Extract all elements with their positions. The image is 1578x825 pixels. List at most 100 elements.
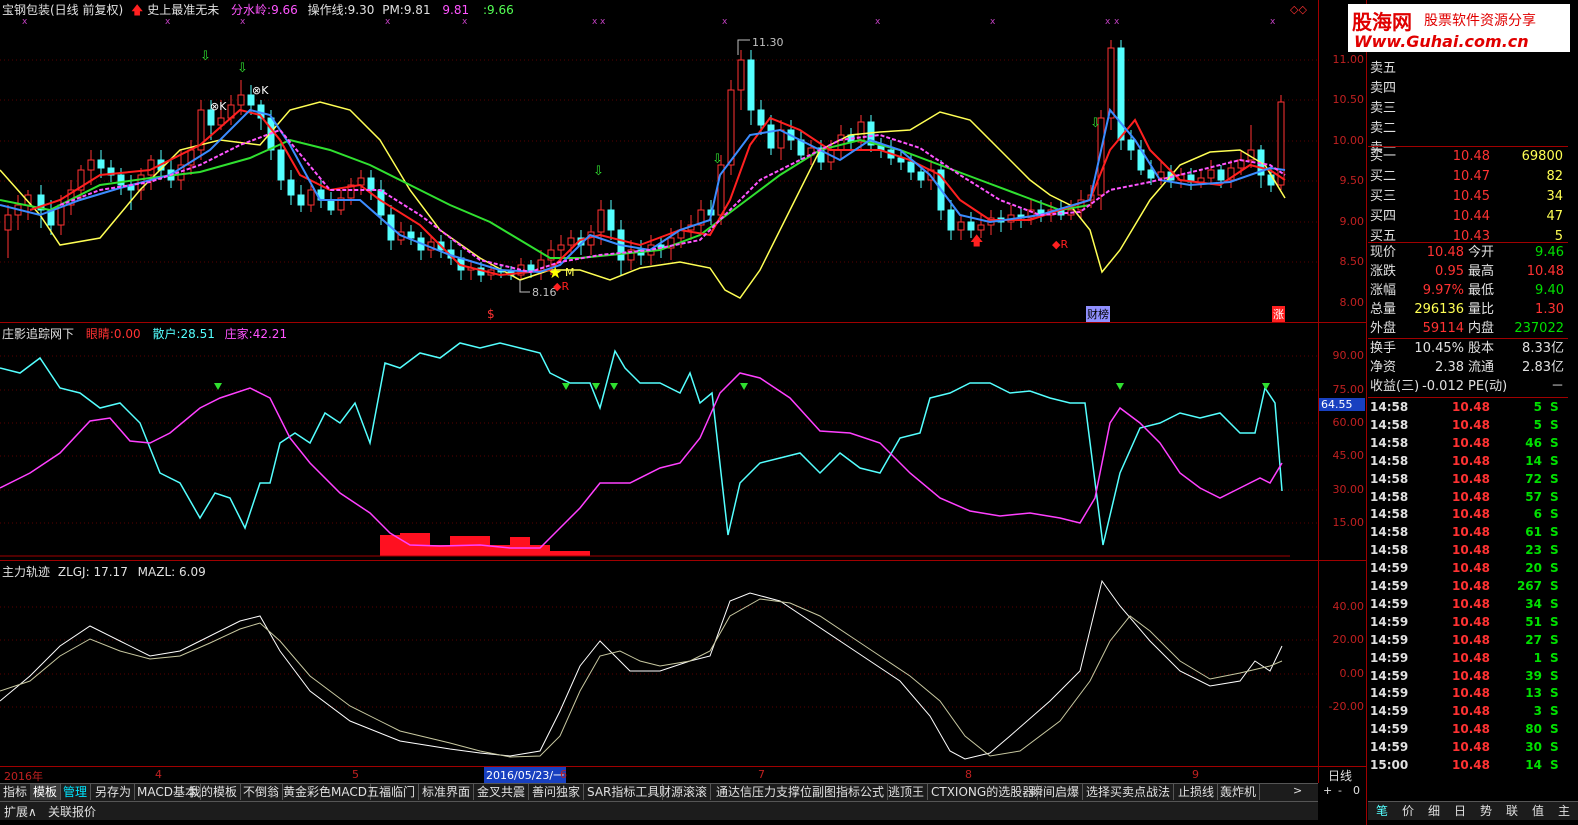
- tab-11[interactable]: 善问独家: [529, 784, 585, 800]
- candle-body[interactable]: [777, 129, 785, 149]
- next-button[interactable]: >: [1293, 784, 1302, 797]
- buy-row[interactable]: 买三 10.45 34: [1368, 188, 1568, 206]
- sell-row[interactable]: 卖三: [1368, 100, 1568, 118]
- buy-row[interactable]: 买一 10.48 69800: [1368, 148, 1568, 166]
- candle-body[interactable]: [297, 194, 305, 206]
- tick-row[interactable]: 14:58 10.48 57 S: [1368, 488, 1568, 506]
- zhang-marker[interactable]: 涨: [1272, 306, 1285, 322]
- candle-body[interactable]: [4, 214, 12, 231]
- tick-row[interactable]: 14:59 10.48 267 S: [1368, 577, 1568, 595]
- candle-body[interactable]: [907, 161, 915, 173]
- candle-body[interactable]: [977, 224, 985, 231]
- right-tab-2[interactable]: 细: [1428, 802, 1440, 820]
- candle-body[interactable]: [757, 109, 765, 126]
- tick-row[interactable]: 14:58 10.48 5 S: [1368, 398, 1568, 416]
- tab-20[interactable]: 轰炸机: [1217, 784, 1261, 800]
- time-cursor-label[interactable]: 2016/05/23/一: [484, 767, 567, 783]
- candle-body[interactable]: [327, 199, 335, 211]
- tick-row[interactable]: 14:59 10.48 39 S: [1368, 667, 1568, 685]
- tick-row[interactable]: 14:58 10.48 14 S: [1368, 452, 1568, 470]
- buy-row[interactable]: 买二 10.47 82: [1368, 168, 1568, 186]
- sell-row[interactable]: 卖四: [1368, 80, 1568, 98]
- main-kline-chart[interactable]: 11.30 8.16 ⇩ ⇩ ⇩ ⇩ ⇩ ⊗K ⊗K ★ M ◆R ◆R 🡅 x…: [0, 0, 1318, 322]
- minus-button[interactable]: -: [1338, 784, 1342, 797]
- tick-row[interactable]: 14:58 10.48 46 S: [1368, 434, 1568, 452]
- tab-1[interactable]: 模板: [30, 784, 62, 800]
- expand-button[interactable]: 扩展∧: [4, 803, 37, 820]
- candle-body[interactable]: [277, 149, 285, 181]
- candle-body[interactable]: [1217, 169, 1225, 181]
- right-tab-0[interactable]: 笔: [1376, 802, 1388, 820]
- tab-7[interactable]: 黄金彩色MACD: [280, 784, 371, 800]
- candle-body[interactable]: [1127, 139, 1135, 151]
- tab-15[interactable]: 逃顶王: [885, 784, 929, 800]
- finance-marker[interactable]: 财榜: [1086, 306, 1110, 322]
- candle-body[interactable]: [287, 179, 295, 196]
- related-quote-button[interactable]: 关联报价: [48, 803, 96, 820]
- buy-row[interactable]: 买四 10.44 47: [1368, 208, 1568, 226]
- sell-row[interactable]: 卖五: [1368, 60, 1568, 78]
- candle-body[interactable]: [727, 89, 735, 166]
- candle-body[interactable]: [1107, 47, 1115, 119]
- right-tab-3[interactable]: 日: [1454, 802, 1466, 820]
- candle-body[interactable]: [947, 209, 955, 231]
- tab-12[interactable]: SAR指标工具: [584, 784, 664, 800]
- tick-row[interactable]: 14:58 10.48 5 S: [1368, 416, 1568, 434]
- tick-row[interactable]: 14:59 10.48 20 S: [1368, 559, 1568, 577]
- candle-body[interactable]: [557, 244, 565, 251]
- candle-body[interactable]: [1147, 169, 1155, 179]
- candle-body[interactable]: [97, 159, 105, 169]
- candle-body[interactable]: [957, 221, 965, 231]
- candle-body[interactable]: [1207, 169, 1215, 179]
- tab-3[interactable]: 另存为: [92, 784, 136, 800]
- candle-body[interactable]: [1267, 174, 1275, 186]
- candle-body[interactable]: [357, 177, 365, 186]
- tab-13[interactable]: 财源滚滚: [656, 784, 712, 800]
- period-label[interactable]: 日线: [1328, 767, 1352, 784]
- tab-8[interactable]: 五福临门: [364, 784, 420, 800]
- tick-row[interactable]: 14:59 10.48 3 S: [1368, 702, 1568, 720]
- tab-19[interactable]: 止损线: [1175, 784, 1219, 800]
- sell-row[interactable]: 卖二: [1368, 120, 1568, 138]
- candle-body[interactable]: [597, 209, 605, 233]
- tick-row[interactable]: 14:59 10.48 51 S: [1368, 613, 1568, 631]
- tick-row[interactable]: 14:58 10.48 61 S: [1368, 523, 1568, 541]
- right-tab-5[interactable]: 联: [1506, 802, 1518, 820]
- right-tab-4[interactable]: 势: [1480, 802, 1492, 820]
- tab-5[interactable]: 我的模板: [186, 784, 242, 800]
- tick-row[interactable]: 14:59 10.48 30 S: [1368, 738, 1568, 756]
- tick-row[interactable]: 14:59 10.48 27 S: [1368, 631, 1568, 649]
- tab-17[interactable]: 瞬间启爆: [1028, 784, 1084, 800]
- tick-row[interactable]: 14:58 10.48 6 S: [1368, 505, 1568, 523]
- tick-row[interactable]: 14:59 10.48 1 S: [1368, 649, 1568, 667]
- tab-18[interactable]: 选择买卖点战法: [1083, 784, 1175, 800]
- tick-row[interactable]: 15:00 10.48 14 S: [1368, 756, 1568, 774]
- tab-6[interactable]: 不倒翁: [240, 784, 284, 800]
- tick-row[interactable]: 14:59 10.48 13 S: [1368, 684, 1568, 702]
- candle-body[interactable]: [767, 124, 775, 149]
- panel2-chart[interactable]: [0, 323, 1318, 560]
- right-tab-7[interactable]: 主: [1558, 802, 1570, 820]
- candle-body[interactable]: [367, 177, 375, 191]
- candle-body[interactable]: [237, 94, 245, 106]
- tab-14[interactable]: 通达信压力支撑位副图指标公式: [713, 784, 889, 800]
- candle-body[interactable]: [117, 174, 125, 186]
- plus-button[interactable]: +: [1323, 784, 1332, 797]
- tab-2[interactable]: 管理: [60, 784, 92, 800]
- candle-body[interactable]: [87, 159, 95, 171]
- tick-row[interactable]: 14:59 10.48 34 S: [1368, 595, 1568, 613]
- candle-body[interactable]: [737, 59, 745, 91]
- right-tab-1[interactable]: 价: [1402, 802, 1414, 820]
- tab-0[interactable]: 指标: [0, 784, 32, 800]
- right-tab-6[interactable]: 值: [1532, 802, 1544, 820]
- candle-body[interactable]: [307, 189, 315, 206]
- tab-9[interactable]: 标准界面: [419, 784, 475, 800]
- panel3-chart[interactable]: [0, 561, 1318, 766]
- tab-10[interactable]: 金叉共震: [474, 784, 530, 800]
- candle-body[interactable]: [917, 171, 925, 181]
- candle-body[interactable]: [747, 59, 755, 111]
- candle-body[interactable]: [567, 237, 575, 246]
- candle-body[interactable]: [967, 221, 975, 231]
- candle-body[interactable]: [407, 231, 415, 239]
- tab-16[interactable]: CTXIONG的选股器: [928, 784, 1039, 800]
